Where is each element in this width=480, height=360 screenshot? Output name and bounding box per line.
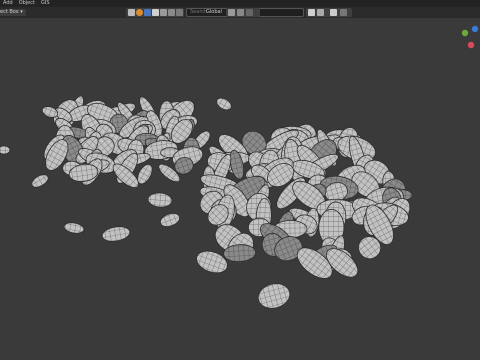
snap-target-icon[interactable] bbox=[237, 9, 244, 16]
stone-mesh[interactable] bbox=[63, 221, 85, 234]
navigation-gizmo[interactable] bbox=[461, 25, 479, 49]
snap-icon[interactable] bbox=[136, 9, 143, 16]
tool-button-group bbox=[126, 8, 184, 17]
camera-icon[interactable] bbox=[317, 9, 324, 16]
proportional-icon[interactable] bbox=[144, 9, 151, 16]
stone-mesh[interactable] bbox=[159, 211, 182, 229]
right-tool-group bbox=[226, 8, 260, 17]
stone-mesh[interactable] bbox=[255, 280, 292, 311]
display-group bbox=[306, 8, 352, 17]
overlay-icon[interactable] bbox=[152, 9, 159, 16]
funnel-icon[interactable] bbox=[330, 9, 337, 16]
stone-mesh[interactable] bbox=[215, 96, 234, 113]
header-toolbar: ect Box ▾ Search bbox=[0, 7, 480, 18]
menu-add[interactable]: Add bbox=[0, 0, 16, 7]
chevron-down-icon[interactable] bbox=[246, 9, 253, 16]
viewport-3d[interactable] bbox=[0, 18, 480, 360]
stone-mesh[interactable] bbox=[147, 192, 173, 208]
select-mode-dropdown[interactable]: ect Box ▾ bbox=[0, 9, 26, 16]
chevron-down-icon: ▾ bbox=[20, 9, 23, 15]
menubar: Add Object GIS bbox=[0, 0, 480, 7]
stone-mesh[interactable] bbox=[30, 172, 51, 190]
menu-gis[interactable]: GIS bbox=[38, 0, 53, 7]
display-icon[interactable] bbox=[308, 9, 315, 16]
select-icon[interactable] bbox=[128, 9, 135, 16]
mesh-icon[interactable] bbox=[168, 9, 175, 16]
pivot-icon[interactable] bbox=[228, 9, 235, 16]
stone-mesh[interactable] bbox=[101, 225, 131, 244]
select-mode-label: ect Box bbox=[0, 9, 19, 15]
stone-pile-right bbox=[199, 123, 413, 279]
filter-icon[interactable] bbox=[160, 9, 167, 16]
menu-object[interactable]: Object bbox=[16, 0, 38, 7]
uv-icon[interactable] bbox=[176, 9, 183, 16]
gizmo-x-axis[interactable] bbox=[467, 41, 475, 49]
stone-mesh[interactable] bbox=[0, 145, 11, 155]
gizmo-y-axis[interactable] bbox=[461, 29, 469, 37]
transform-orientation-label: Global bbox=[206, 9, 222, 15]
dropdown-icon[interactable] bbox=[340, 9, 347, 16]
gizmo-z-axis[interactable] bbox=[471, 25, 479, 33]
